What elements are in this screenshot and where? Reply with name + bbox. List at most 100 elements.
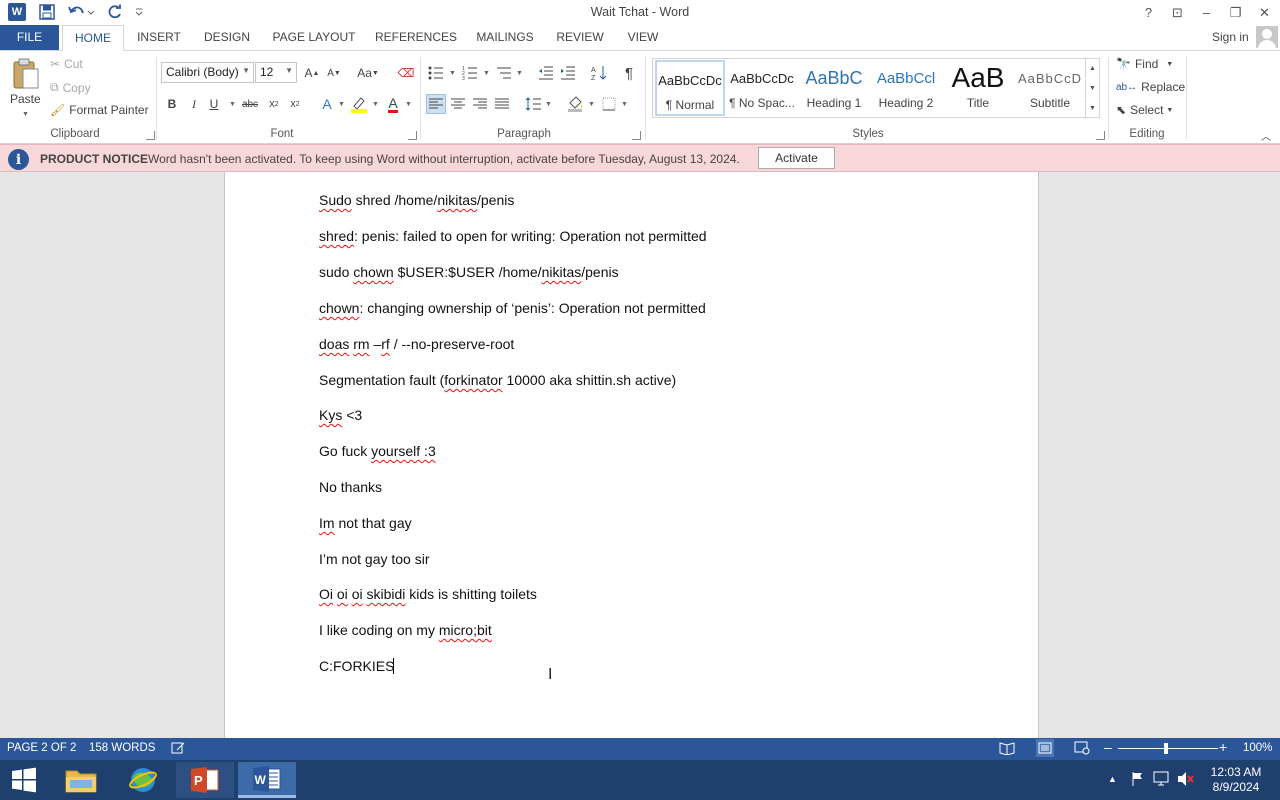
line-spacing-icon[interactable]	[523, 94, 543, 114]
highlight-dropdown-icon[interactable]: ▼	[372, 101, 379, 108]
font-color-dropdown-icon[interactable]: ▼	[405, 101, 412, 108]
text-effects-dropdown-icon[interactable]: ▼	[338, 101, 345, 108]
shrink-font-icon[interactable]: A ▼	[324, 63, 344, 83]
start-button[interactable]	[0, 762, 48, 798]
bullets-dropdown-icon[interactable]: ▼	[449, 70, 456, 77]
shading-dropdown-icon[interactable]: ▼	[588, 101, 595, 108]
zoom-slider-thumb[interactable]	[1164, 743, 1168, 754]
subscript-icon[interactable]: x2	[264, 94, 284, 114]
clipboard-launcher-icon[interactable]	[146, 131, 155, 140]
doc-line[interactable]: Segmentation fault (forkinator 10000 aka…	[319, 372, 676, 388]
gallery-up-icon[interactable]: ▲	[1085, 59, 1099, 78]
font-color-icon[interactable]: A	[383, 94, 403, 114]
ribbon-display-options-button[interactable]: ⊡	[1163, 0, 1192, 25]
paste-dropdown-icon[interactable]: ▼	[22, 111, 29, 118]
avatar[interactable]	[1256, 26, 1278, 48]
tab-view[interactable]: VIEW	[620, 25, 666, 50]
shading-icon[interactable]	[566, 94, 586, 114]
activate-button[interactable]: Activate	[758, 147, 835, 169]
line-spacing-dropdown-icon[interactable]: ▼	[545, 101, 552, 108]
style-heading-1[interactable]: AaBbC Heading 1	[799, 60, 869, 116]
document-canvas[interactable]: Sudo shred /home/nikitas/penis shred: pe…	[0, 172, 1280, 738]
tab-home[interactable]: HOME	[62, 25, 124, 51]
doc-line[interactable]: Oi oi oi skibidi kids is shitting toilet…	[319, 586, 537, 602]
zoom-in-icon[interactable]: +	[1219, 739, 1227, 755]
tab-review[interactable]: REVIEW	[552, 25, 608, 50]
doc-line[interactable]: chown: changing ownership of ‘penis’: Op…	[319, 300, 706, 316]
doc-line[interactable]: Sudo shred /home/nikitas/penis	[319, 192, 514, 208]
doc-line[interactable]: Im not that gay	[319, 515, 412, 531]
help-button[interactable]: ?	[1134, 0, 1163, 25]
show-formatting-marks-icon[interactable]: ¶	[619, 63, 639, 83]
doc-line[interactable]: No thanks	[319, 479, 382, 495]
word-count[interactable]: 158 WORDS	[89, 742, 155, 754]
style-no-spacing[interactable]: AaBbCcDc ¶ No Spac...	[727, 60, 797, 116]
numbering-icon[interactable]: 123	[460, 63, 480, 83]
system-clock[interactable]: 12:03 AM 8/9/2024	[1200, 765, 1272, 795]
align-center-icon[interactable]	[448, 94, 468, 114]
sign-in-link[interactable]: Sign in	[1212, 30, 1249, 44]
doc-line[interactable]: shred: penis: failed to open for writing…	[319, 228, 707, 244]
zoom-out-icon[interactable]: –	[1104, 739, 1112, 755]
bold-icon[interactable]: B	[162, 94, 182, 114]
replace-button[interactable]: ab↔ Replace	[1116, 80, 1185, 94]
maximize-button[interactable]: ❐	[1221, 0, 1250, 25]
find-button[interactable]: 🔭 Find ▼	[1116, 57, 1173, 71]
doc-line[interactable]: doas rm –rf / --no-preserve-root	[319, 336, 514, 352]
network-icon[interactable]	[1153, 771, 1171, 790]
bullets-icon[interactable]	[426, 63, 446, 83]
multilevel-list-icon[interactable]	[494, 63, 514, 83]
increase-indent-icon[interactable]	[558, 63, 578, 83]
styles-launcher-icon[interactable]	[1096, 131, 1105, 140]
style-title[interactable]: AaB Title	[943, 60, 1013, 116]
doc-line[interactable]: I like coding on my micro;bit	[319, 622, 492, 638]
font-name-combo[interactable]: Calibri (Body) ▼	[161, 62, 254, 83]
numbering-dropdown-icon[interactable]: ▼	[483, 70, 490, 77]
tab-mailings[interactable]: MAILINGS	[470, 25, 540, 50]
word-taskbar-button[interactable]: W	[238, 762, 296, 798]
show-hidden-icons-icon[interactable]: ▲	[1108, 774, 1117, 784]
tab-file[interactable]: FILE	[0, 25, 59, 50]
select-button[interactable]: ⬉ Select ▼	[1116, 103, 1173, 117]
page-count[interactable]: PAGE 2 OF 2	[7, 742, 76, 754]
close-button[interactable]: ✕	[1250, 0, 1279, 25]
paste-label[interactable]: Paste	[10, 92, 41, 106]
align-left-icon[interactable]	[426, 94, 446, 114]
italic-icon[interactable]: I	[184, 94, 204, 114]
tab-insert[interactable]: INSERT	[128, 25, 190, 50]
borders-dropdown-icon[interactable]: ▼	[621, 101, 628, 108]
style-heading-2[interactable]: AaBbCcl Heading 2	[871, 60, 941, 116]
text-effects-icon[interactable]: A	[317, 94, 337, 114]
change-case-icon[interactable]: Aa ▼	[354, 63, 382, 83]
paste-button[interactable]	[8, 57, 44, 91]
sort-icon[interactable]: AZ	[589, 63, 609, 83]
collapse-ribbon-icon[interactable]: ︿	[1256, 125, 1276, 145]
file-explorer-taskbar-button[interactable]	[52, 762, 110, 798]
web-layout-icon[interactable]	[1074, 741, 1090, 758]
grow-font-icon[interactable]: A ▲	[302, 63, 322, 83]
font-launcher-icon[interactable]	[408, 131, 417, 140]
doc-line[interactable]: sudo chown $USER:$USER /home/nikitas/pen…	[319, 264, 619, 280]
gallery-down-icon[interactable]: ▼	[1085, 79, 1099, 98]
justify-icon[interactable]	[492, 94, 512, 114]
underline-icon[interactable]: U	[204, 94, 224, 114]
superscript-icon[interactable]: x2	[285, 94, 305, 114]
style-normal[interactable]: AaBbCcDc ¶ Normal	[655, 60, 725, 116]
gallery-more-icon[interactable]: ▼	[1085, 99, 1099, 118]
style-subtitle[interactable]: AaBbCcD Subtitle	[1015, 60, 1085, 116]
powerpoint-taskbar-button[interactable]: P	[176, 762, 234, 798]
action-center-flag-icon[interactable]	[1130, 771, 1146, 790]
tab-design[interactable]: DESIGN	[196, 25, 258, 50]
doc-line[interactable]: Go fuck yourself :3	[319, 443, 436, 459]
doc-line[interactable]: C:FORKIES	[319, 658, 395, 674]
internet-explorer-taskbar-button[interactable]	[114, 762, 172, 798]
tab-page-layout[interactable]: PAGE LAYOUT	[266, 25, 362, 50]
tab-references[interactable]: REFERENCES	[372, 25, 460, 50]
copy-button[interactable]: ⧉ Copy	[50, 80, 91, 95]
document-page[interactable]: Sudo shred /home/nikitas/penis shred: pe…	[224, 172, 1039, 738]
align-right-icon[interactable]	[470, 94, 490, 114]
doc-line[interactable]: I’m not gay too sir	[319, 551, 430, 567]
proofing-icon[interactable]	[171, 741, 185, 758]
underline-dropdown-icon[interactable]: ▼	[229, 101, 236, 108]
borders-icon[interactable]	[599, 94, 619, 114]
